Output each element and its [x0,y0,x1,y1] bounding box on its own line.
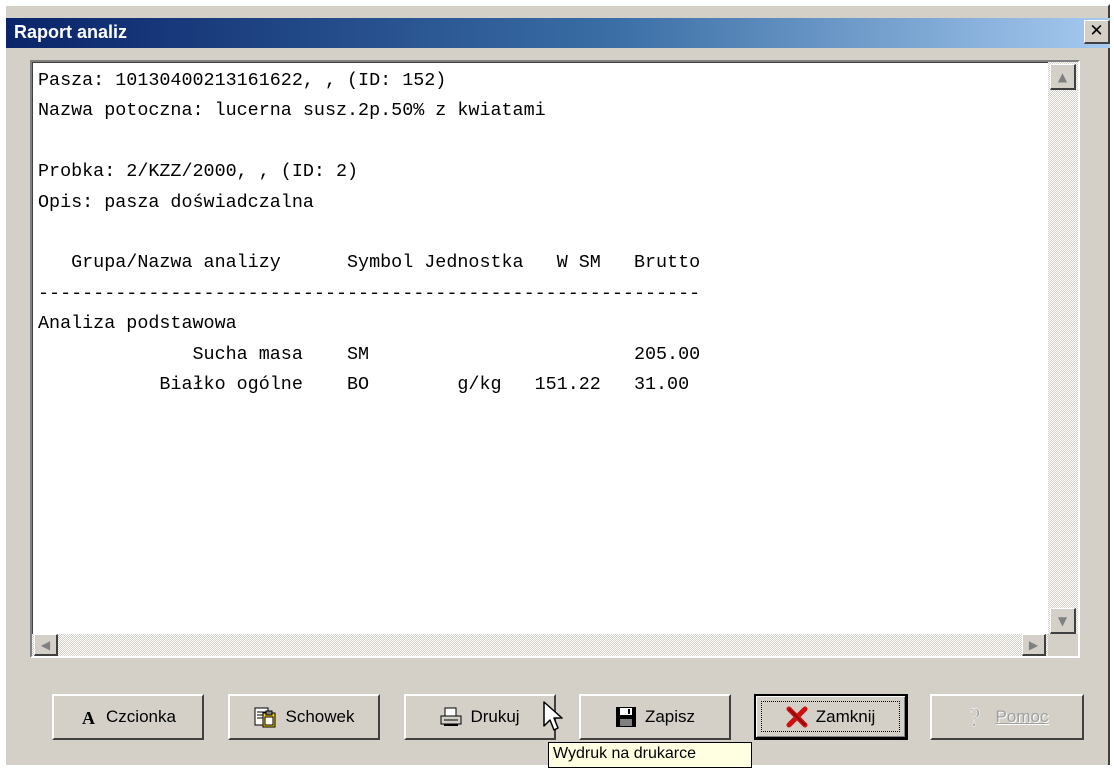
report-text-area[interactable]: Pasza: 10130400213161622, , (ID: 152) Naz… [30,60,1080,658]
scroll-down-button[interactable]: ▼ [1050,608,1076,634]
focus-rectangle [761,701,900,732]
svg-text:?: ? [969,704,981,730]
mouse-cursor-icon [543,701,563,731]
close-button[interactable]: Zamknij [754,694,908,740]
help-button[interactable]: ? Pomoc [930,694,1084,740]
clipboard-button-label: Schowek [285,707,355,726]
svg-text:A: A [82,708,95,726]
save-button-label: Zapisz [644,707,696,726]
report-line: Probka: 2/KZZ/2000, , (ID: 2) [38,161,359,183]
report-line: Nazwa potoczna: lucerna susz.2p.50% z kw… [38,100,546,122]
scroll-up-button[interactable]: ▲ [1050,64,1076,90]
font-button-label: Czcionka [106,707,176,726]
report-line: Analiza podstawowa [38,313,237,335]
save-button[interactable]: Zapisz [579,694,731,740]
window-close-button[interactable]: ✕ [1084,20,1110,44]
print-tooltip: Wydruk na drukarce [548,742,752,768]
report-line: Opis: pasza doświadczalna [38,191,314,213]
arrow-right-icon: ▶ [1028,638,1039,652]
font-button[interactable]: A Czcionka [52,694,204,740]
report-line: Grupa/Nazwa analizy Symbol Jednostka W S… [38,252,701,274]
report-line: Sucha masa SM 205.00 [38,343,701,365]
horizontal-scrollbar[interactable]: ◀ ▶ [32,634,1048,656]
arrow-down-icon: ▼ [1057,614,1068,628]
clipboard-button[interactable]: Schowek [228,694,380,740]
close-icon: ✕ [1089,21,1104,41]
report-line [38,127,1068,157]
report-line: Pasza: 10130400213161622, , (ID: 152) [38,70,447,91]
scrollbar-corner [1048,634,1078,656]
print-button[interactable]: Drukuj [404,694,556,740]
report-content: Pasza: 10130400213161622, , (ID: 152) Naz… [38,66,1068,636]
report-line [38,218,1068,248]
report-line: ----------------------------------------… [38,282,701,304]
help-button-label: Pomoc [995,707,1049,726]
floppy-disk-icon [615,706,637,728]
clipboard-icon [254,706,278,728]
title-bar[interactable]: Raport analiz ✕ [6,18,1110,48]
print-button-label: Drukuj [470,707,520,726]
printer-icon [440,707,462,727]
arrow-up-icon: ▲ [1057,70,1068,84]
question-mark-icon: ? [966,704,988,730]
vertical-scrollbar[interactable]: ▲ ▼ [1048,62,1078,636]
report-line: Białko ogólne BO g/kg 151.22 31.00 [38,374,690,396]
letter-a-icon: A [80,708,98,726]
scroll-right-button[interactable]: ▶ [1022,634,1046,656]
arrow-left-icon: ◀ [40,638,51,652]
scroll-left-button[interactable]: ◀ [34,634,58,656]
window-title: Raport analiz [14,22,128,42]
